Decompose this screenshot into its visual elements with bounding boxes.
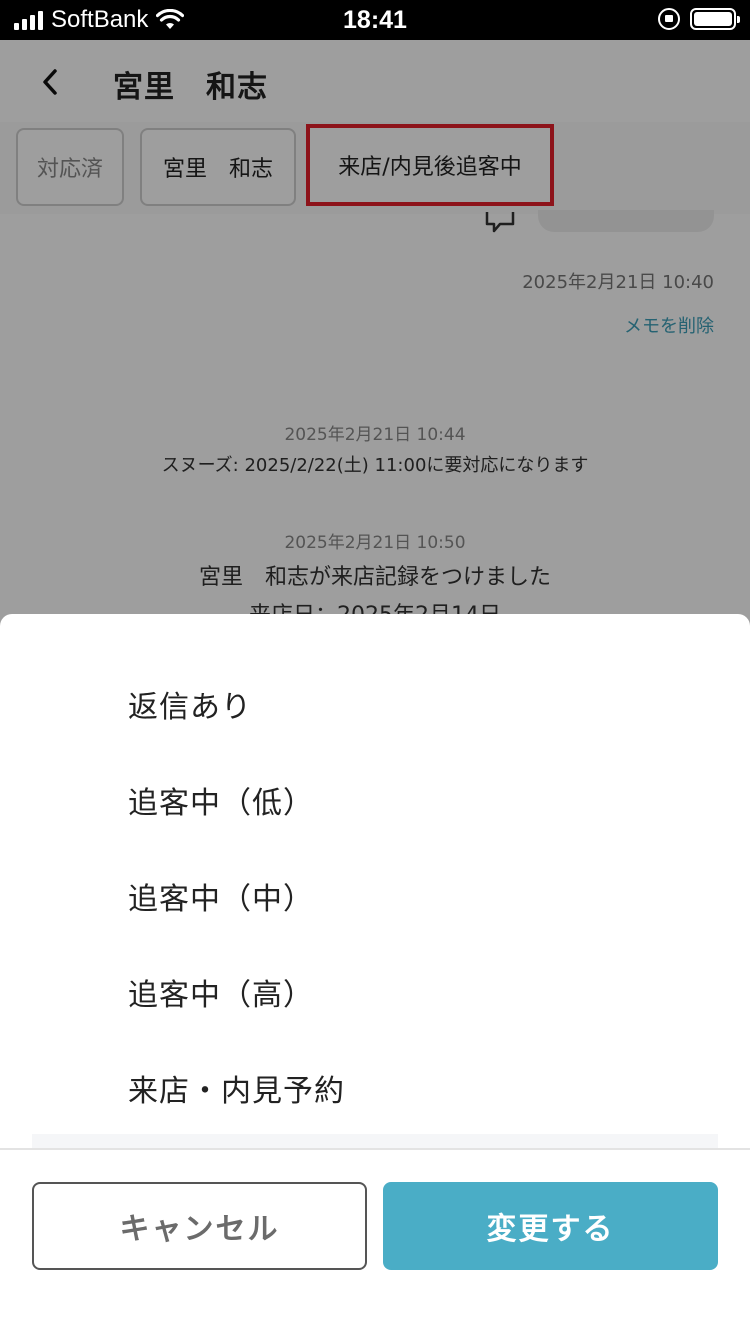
status-option-list[interactable]: 返信あり 追客中（低） 追客中（中） 追客中（高） 来店・内見予約 [0,656,750,1136]
option-follow-medium[interactable]: 追客中（中） [0,848,750,944]
status-time: 18:41 [343,6,407,34]
sheet-divider [0,1148,750,1150]
battery-icon [690,8,740,30]
cancel-button[interactable]: キャンセル [32,1182,367,1270]
change-button[interactable]: 変更する [383,1182,718,1270]
status-picker-sheet: 返信あり 追客中（低） 追客中（中） 追客中（高） 来店・内見予約 キャンセル … [0,614,750,1334]
option-follow-high[interactable]: 追客中（高） [0,944,750,1040]
list-scroll-edge [32,1134,718,1148]
option-visit-reservation[interactable]: 来店・内見予約 [0,1040,750,1136]
option-follow-low[interactable]: 追客中（低） [0,752,750,848]
option-reply-received[interactable]: 返信あり [0,656,750,752]
status-right [658,8,740,30]
status-bar: SoftBank 18:41 [0,0,750,40]
rotation-lock-icon [658,8,680,30]
